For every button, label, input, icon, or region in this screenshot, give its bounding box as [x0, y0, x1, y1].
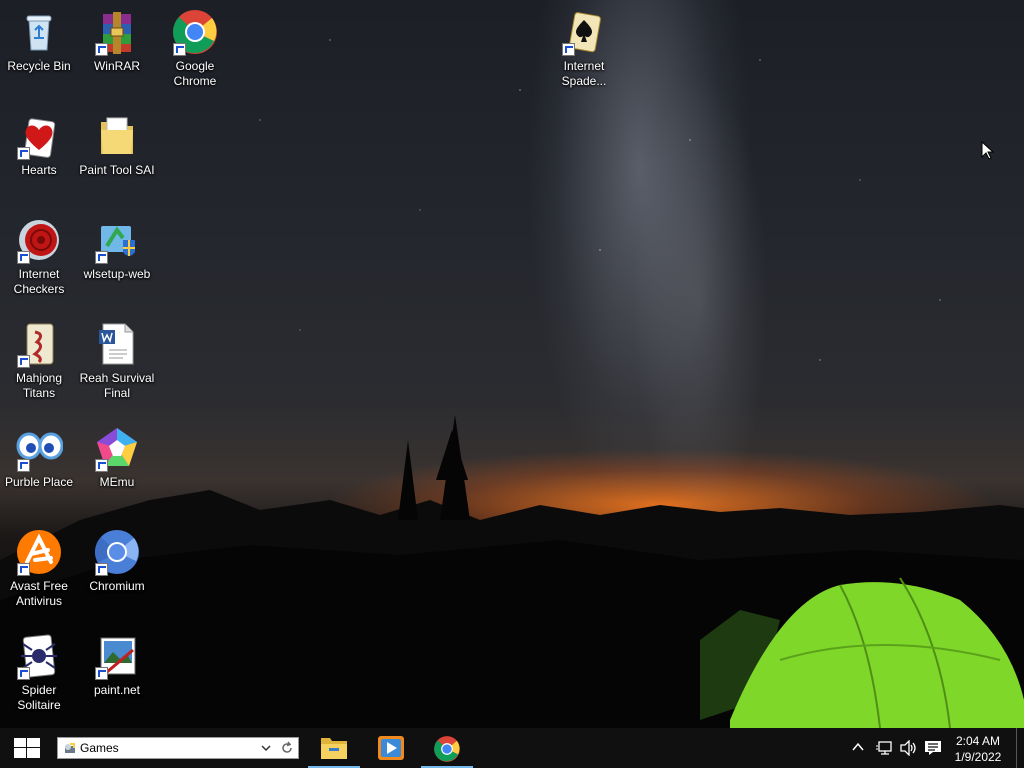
- desktop-icon-chromium[interactable]: Chromium: [79, 528, 155, 594]
- icon-label: wlsetup-web: [83, 267, 151, 281]
- desktop-icon-hearts[interactable]: Hearts: [1, 112, 77, 178]
- clock-date: 1/9/2022: [954, 750, 1002, 764]
- icon-label: Google Chrome: [173, 59, 217, 88]
- icon-label: WinRAR: [93, 59, 140, 73]
- shortcut-arrow-icon: [95, 251, 108, 264]
- tray-action-center[interactable]: [921, 728, 943, 768]
- shortcut-arrow-icon: [17, 459, 30, 472]
- folder-icon: [101, 117, 133, 154]
- icon-label: Hearts: [21, 163, 57, 177]
- shortcut-arrow-icon: [95, 459, 108, 472]
- shortcut-arrow-icon: [95, 667, 108, 680]
- desktop-icon-paint-tool-sai[interactable]: Paint Tool SAI: [79, 112, 155, 178]
- desktop-icon-memu[interactable]: MEmu: [79, 424, 155, 490]
- shortcut-arrow-icon: [17, 563, 30, 576]
- icon-label: Spider Solitaire: [17, 683, 61, 712]
- tray-volume[interactable]: [897, 728, 919, 768]
- desktop-icon-internet-checkers[interactable]: Internet Checkers: [1, 216, 77, 297]
- notification-icon: [925, 741, 941, 755]
- recycle-bin-icon: [26, 15, 52, 51]
- desktop-icon-internet-spades[interactable]: Internet Spade...: [546, 8, 622, 89]
- shortcut-arrow-icon: [562, 43, 575, 56]
- tray-overflow-button[interactable]: [848, 728, 868, 768]
- icon-label: Chromium: [89, 579, 145, 593]
- desktop-icon-spider-solitaire[interactable]: Spider Solitaire: [1, 632, 77, 713]
- speaker-icon: [900, 740, 916, 756]
- chevron-up-icon: [852, 742, 864, 751]
- mouse-cursor-icon: [981, 141, 995, 160]
- desktop-icon-wlsetup-web[interactable]: wlsetup-web: [79, 216, 155, 282]
- taskbar-app-media-player[interactable]: [365, 728, 417, 768]
- play-icon: [378, 736, 404, 760]
- word-document-icon: [99, 323, 134, 365]
- windows-logo-icon: [14, 738, 40, 758]
- shortcut-arrow-icon: [17, 251, 30, 264]
- shortcut-arrow-icon: [95, 563, 108, 576]
- taskbar-clock[interactable]: 2:04 AM 1/9/2022: [948, 733, 1008, 765]
- desktop-icon-reah-survival-final[interactable]: Reah Survival Final: [79, 320, 155, 401]
- icon-label: paint.net: [93, 683, 141, 697]
- desktop-icon-avast-free-antivirus[interactable]: Avast Free Antivirus: [1, 528, 77, 609]
- icon-label: Paint Tool SAI: [79, 163, 155, 177]
- taskbar-app-file-explorer[interactable]: [308, 728, 360, 768]
- icon-label: Recycle Bin: [7, 59, 71, 73]
- taskbar-app-chrome[interactable]: [421, 728, 473, 768]
- start-button[interactable]: [0, 728, 54, 768]
- desktop-icon-paint-net[interactable]: paint.net: [79, 632, 155, 698]
- icon-label: Mahjong Titans: [15, 371, 63, 400]
- shortcut-arrow-icon: [95, 43, 108, 56]
- icon-label: Purble Place: [4, 475, 74, 489]
- chrome-icon: [434, 736, 460, 762]
- network-icon: [876, 741, 892, 755]
- icon-label: Internet Spade...: [561, 59, 607, 88]
- folder-icon: [321, 738, 347, 759]
- tray-network[interactable]: [873, 728, 895, 768]
- desktop-icon-google-chrome[interactable]: Google Chrome: [157, 8, 233, 89]
- desktop-icon-purble-place[interactable]: Purble Place: [1, 424, 77, 490]
- search-input[interactable]: [80, 740, 240, 756]
- clock-time: 2:04 AM: [955, 734, 1001, 748]
- games-folder-icon: [65, 743, 75, 753]
- shortcut-arrow-icon: [17, 355, 30, 368]
- shortcut-arrow-icon: [17, 667, 30, 680]
- chevron-down-icon[interactable]: [261, 743, 271, 753]
- taskbar-search-box[interactable]: [57, 737, 299, 759]
- desktop-icon-recycle-bin[interactable]: Recycle Bin: [1, 8, 77, 74]
- icon-label: Avast Free Antivirus: [10, 579, 68, 608]
- show-desktop-button[interactable]: [1016, 728, 1024, 768]
- shortcut-arrow-icon: [17, 147, 30, 160]
- icon-label: Internet Checkers: [13, 267, 65, 296]
- shortcut-arrow-icon: [173, 43, 186, 56]
- icon-label: MEmu: [99, 475, 135, 489]
- icon-label: Reah Survival Final: [79, 371, 155, 400]
- desktop-icon-mahjong-titans[interactable]: Mahjong Titans: [1, 320, 77, 401]
- refresh-icon[interactable]: [280, 741, 294, 755]
- taskbar: 2:04 AM 1/9/2022: [0, 728, 1024, 768]
- desktop-icon-winrar[interactable]: WinRAR: [79, 8, 155, 74]
